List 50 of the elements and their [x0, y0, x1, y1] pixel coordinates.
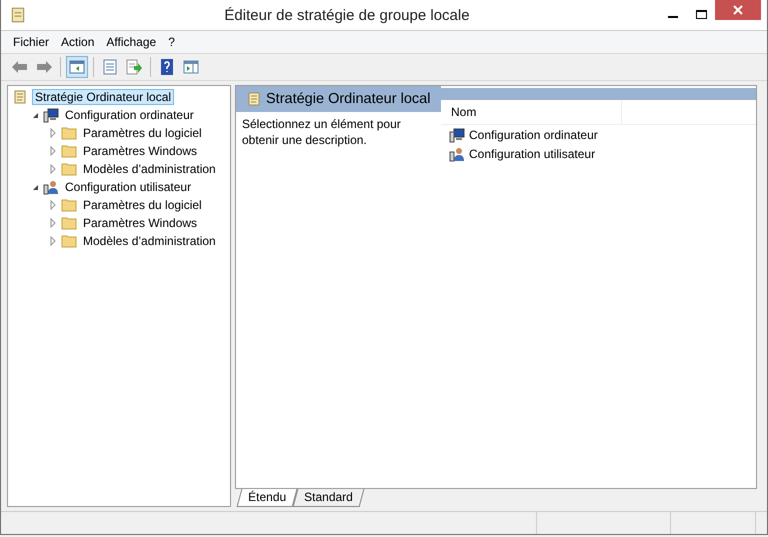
tree-item[interactable]: Modèles d’administration [81, 233, 218, 249]
panel-title: Stratégie Ordinateur local [266, 91, 430, 107]
tree-item[interactable]: Modèles d’administration [81, 161, 218, 177]
folder-icon [61, 143, 77, 159]
collapsed-arrow-icon[interactable] [48, 200, 58, 210]
collapsed-arrow-icon[interactable] [48, 164, 58, 174]
collapsed-arrow-icon[interactable] [48, 146, 58, 156]
menu-item[interactable]: Fichier [7, 32, 56, 52]
help-icon[interactable] [161, 59, 173, 75]
tab[interactable]: Étendu [236, 489, 298, 507]
column-header[interactable]: Nom [441, 100, 622, 124]
tab[interactable]: Standard [292, 489, 364, 507]
collapsed-arrow-icon[interactable] [48, 128, 58, 138]
folder-icon [61, 161, 77, 177]
console-tree-icon[interactable] [70, 60, 84, 74]
menu-item[interactable]: Action [55, 32, 100, 52]
scroll-icon [9, 6, 27, 24]
tree-item[interactable]: Paramètres du logiciel [81, 197, 204, 213]
tree-item[interactable]: Paramètres Windows [81, 143, 200, 159]
menu-item[interactable]: ? [162, 32, 181, 52]
scroll-icon [246, 91, 262, 107]
list-item[interactable]: Configuration ordinateur [469, 128, 598, 142]
folder-icon [61, 215, 77, 231]
computer-icon [43, 107, 59, 123]
close-button[interactable] [715, 0, 761, 20]
export-list-icon[interactable] [126, 60, 142, 74]
tree-item[interactable]: Paramètres Windows [81, 215, 200, 231]
properties-icon[interactable] [104, 60, 116, 74]
action-pane-icon[interactable] [184, 60, 198, 74]
folder-icon [61, 197, 77, 213]
window-title: Éditeur de stratégie de groupe locale [223, 6, 471, 24]
close-icon [733, 5, 743, 15]
collapsed-arrow-icon[interactable] [48, 218, 58, 228]
back-arrow-icon[interactable] [12, 61, 27, 73]
tree-item[interactable]: Stratégie Ordinateur local [32, 89, 174, 105]
user-icon [43, 179, 59, 195]
tree-item[interactable]: Paramètres du logiciel [81, 125, 204, 141]
maximize-icon [696, 10, 706, 20]
forward-arrow-icon[interactable] [37, 61, 52, 73]
tree-item[interactable]: Configuration ordinateur [63, 107, 196, 123]
scroll-icon [12, 89, 28, 105]
computer-icon [449, 126, 465, 142]
folder-icon [61, 233, 77, 249]
user-icon [449, 146, 465, 162]
menu-item[interactable]: Affichage [100, 32, 162, 52]
collapsed-arrow-icon[interactable] [48, 236, 58, 246]
list-item[interactable]: Configuration utilisateur [469, 146, 596, 160]
tree-item[interactable]: Configuration utilisateur [63, 179, 194, 195]
description-text: Sélectionnez un élément pour obtenir une description. [241, 116, 402, 149]
folder-icon [61, 125, 77, 141]
